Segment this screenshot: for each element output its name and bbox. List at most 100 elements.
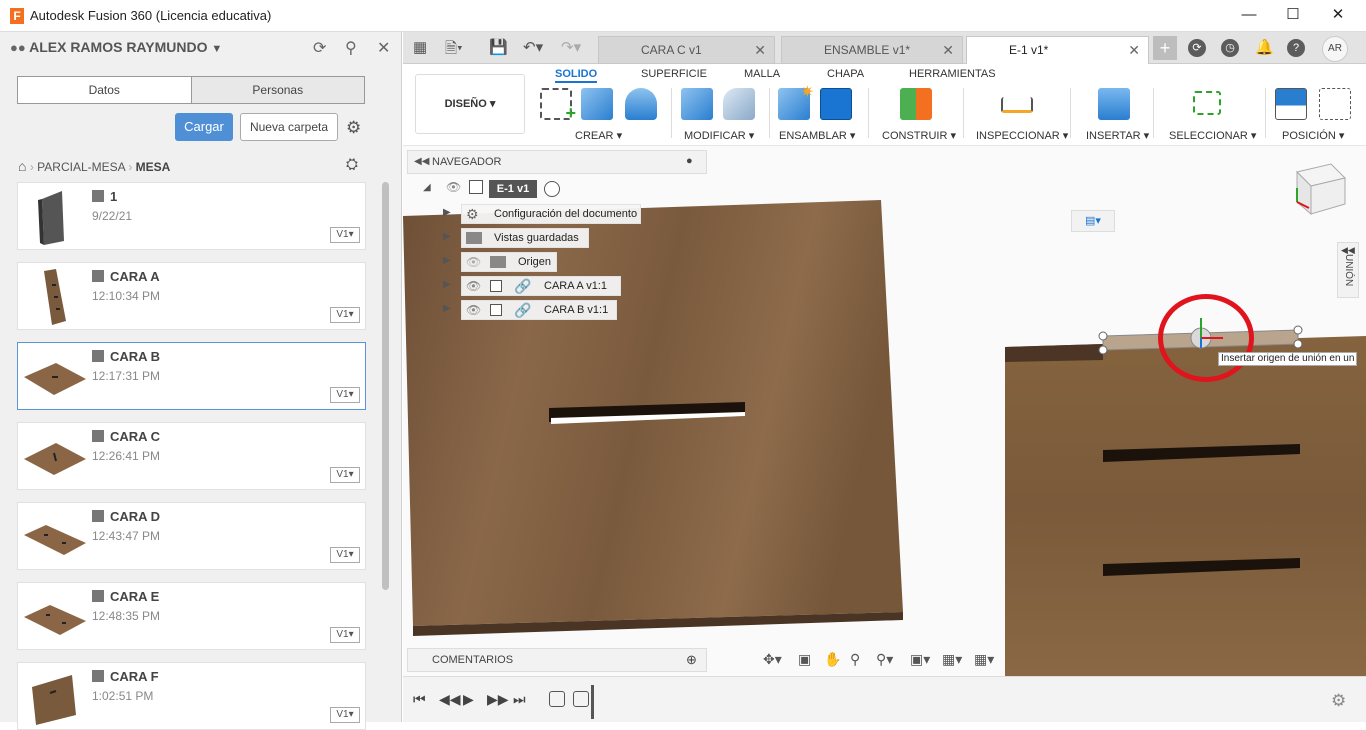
- tab-superficie[interactable]: SUPERFICIE: [641, 68, 707, 80]
- select-icon[interactable]: [1193, 91, 1221, 115]
- tab-personas[interactable]: Personas: [191, 77, 364, 103]
- group-crear[interactable]: CREAR ▾: [575, 129, 622, 142]
- version-dropdown[interactable]: V1▾: [330, 307, 360, 323]
- view-cube[interactable]: [1291, 158, 1361, 220]
- grid-icon[interactable]: ▦▾: [942, 651, 962, 668]
- upload-button[interactable]: Cargar: [175, 113, 233, 141]
- bell-icon[interactable]: 🔔: [1255, 38, 1274, 56]
- pan-icon[interactable]: ✋: [824, 651, 841, 668]
- step-forward-icon[interactable]: ▶▶: [487, 691, 509, 708]
- expand-arrow-icon[interactable]: ▶: [443, 279, 451, 290]
- create-sketch-icon[interactable]: +: [540, 88, 576, 123]
- grid-menu-icon[interactable]: ▦: [413, 38, 427, 56]
- version-dropdown[interactable]: V1▾: [330, 627, 360, 643]
- go-to-end-icon[interactable]: ⏭: [513, 691, 526, 708]
- tab-ensamble[interactable]: ENSAMBLE v1* ✕: [781, 36, 963, 64]
- look-at-icon[interactable]: ▣: [798, 651, 811, 668]
- workspace-switcher[interactable]: DISEÑO ▾: [415, 74, 525, 134]
- node-cara-b[interactable]: 👁 🔗 CARA B v1:1: [461, 300, 617, 320]
- user-menu[interactable]: ●● ALEX RAMOS RAYMUNDO ▼: [10, 39, 222, 55]
- group-inspeccionar[interactable]: INSPECCIONAR ▾: [976, 129, 1068, 142]
- version-dropdown[interactable]: V1▾: [330, 707, 360, 723]
- breadcrumb-project[interactable]: PARCIAL-MESA: [37, 160, 125, 174]
- node-document-settings[interactable]: ⚙ Configuración del documento: [461, 204, 641, 224]
- zoom-icon[interactable]: ⚲: [850, 651, 860, 668]
- timeline-marker[interactable]: [591, 685, 594, 719]
- comments-bar[interactable]: COMENTARIOS ⊕: [407, 648, 707, 672]
- version-dropdown[interactable]: V1▾: [330, 227, 360, 243]
- position-icon[interactable]: [1275, 88, 1307, 120]
- step-back-icon[interactable]: ◀◀: [439, 691, 461, 708]
- eye-icon[interactable]: 👁: [466, 301, 481, 319]
- offset-plane-icon[interactable]: [900, 88, 932, 120]
- expand-arrow-icon[interactable]: ◢: [423, 182, 431, 193]
- close-window-button[interactable]: ✕: [1315, 4, 1361, 28]
- add-comment-icon[interactable]: ⊕: [686, 652, 697, 668]
- tab-malla[interactable]: MALLA: [744, 68, 780, 80]
- press-pull-icon[interactable]: [681, 88, 713, 120]
- maximize-button[interactable]: ☐: [1270, 4, 1316, 28]
- capture-position-icon[interactable]: [1319, 88, 1351, 120]
- revolve-icon[interactable]: [625, 88, 657, 120]
- timeline-feature-icon[interactable]: [549, 691, 565, 707]
- browser-header[interactable]: ◀◀ NAVEGADOR ●: [407, 150, 707, 174]
- node-saved-views[interactable]: Vistas guardadas: [461, 228, 589, 248]
- version-dropdown[interactable]: V1▾: [330, 387, 360, 403]
- list-item[interactable]: CARA C 12:26:41 PM V1▾: [17, 422, 366, 490]
- tab-solido[interactable]: SOLIDO: [555, 68, 598, 83]
- play-icon[interactable]: ▶: [463, 691, 474, 708]
- new-component-icon[interactable]: ✷: [778, 84, 814, 120]
- fillet-icon[interactable]: [723, 88, 755, 120]
- 3d-viewport[interactable]: Insertar origen de unión en un ◀◀ NAVEGA…: [403, 146, 1366, 676]
- undo-icon[interactable]: ↶▾: [523, 38, 543, 56]
- group-posicion[interactable]: POSICIÓN ▾: [1282, 129, 1344, 142]
- save-icon[interactable]: 💾: [489, 38, 508, 56]
- expand-arrow-icon[interactable]: ▶: [443, 303, 451, 314]
- close-tab-icon[interactable]: ✕: [1128, 37, 1140, 63]
- fit-icon[interactable]: ⚲▾: [876, 651, 893, 668]
- joint-icon[interactable]: [820, 88, 852, 120]
- timeline-feature-icon[interactable]: [573, 691, 589, 707]
- expand-arrow-icon[interactable]: ▶: [443, 231, 451, 242]
- viewports-icon[interactable]: ▦▾: [974, 651, 994, 668]
- node-origin[interactable]: 👁 Origen: [461, 252, 557, 272]
- list-item[interactable]: CARA B 12:17:31 PM V1▾: [17, 342, 366, 410]
- insert-image-icon[interactable]: [1098, 88, 1130, 120]
- expand-arrow-icon[interactable]: ▶: [443, 207, 451, 218]
- globe-icon[interactable]: ⛭: [346, 156, 358, 173]
- eye-hidden-icon[interactable]: 👁: [466, 253, 481, 271]
- close-tab-icon[interactable]: ✕: [942, 37, 954, 63]
- expand-arrow-icon[interactable]: ▶: [443, 255, 451, 266]
- new-folder-button[interactable]: Nueva carpeta: [240, 113, 338, 141]
- browser-root[interactable]: E-1 v1: [489, 180, 537, 198]
- tab-chapa[interactable]: CHAPA: [827, 68, 864, 80]
- tab-herramientas[interactable]: HERRAMIENTAS: [909, 68, 996, 80]
- minimize-browser-icon[interactable]: ●: [686, 155, 693, 167]
- node-cara-a[interactable]: 👁 🔗 CARA A v1:1: [461, 276, 621, 296]
- group-construir[interactable]: CONSTRUIR ▾: [882, 129, 956, 142]
- activate-icon[interactable]: [544, 181, 560, 197]
- close-tab-icon[interactable]: ✕: [754, 37, 766, 63]
- search-icon[interactable]: ⚲: [345, 38, 357, 58]
- measure-icon[interactable]: [1001, 97, 1033, 113]
- display-settings-dropdown[interactable]: ▤▾: [1071, 210, 1115, 232]
- refresh-icon[interactable]: ⟳: [313, 38, 326, 58]
- display-icon[interactable]: ▣▾: [910, 651, 930, 668]
- list-item[interactable]: CARA F 1:02:51 PM V1▾: [17, 662, 366, 730]
- minimize-button[interactable]: —: [1226, 4, 1272, 28]
- tab-datos[interactable]: Datos: [18, 77, 192, 103]
- gear-icon[interactable]: ⚙: [1331, 691, 1346, 711]
- go-to-start-icon[interactable]: ⏮: [413, 691, 426, 708]
- home-icon[interactable]: ⌂: [18, 158, 26, 174]
- list-item[interactable]: 1 9/22/21 V1▾: [17, 182, 366, 250]
- group-insertar[interactable]: INSERTAR ▾: [1086, 129, 1149, 142]
- job-status-icon[interactable]: ◷: [1221, 39, 1239, 57]
- close-panel-icon[interactable]: ✕: [377, 38, 390, 58]
- help-icon[interactable]: ?: [1287, 39, 1305, 57]
- collapse-icon[interactable]: ◀◀: [414, 156, 429, 167]
- redo-icon[interactable]: ↷▾: [561, 38, 581, 56]
- orbit-icon[interactable]: ✥▾: [763, 651, 782, 668]
- new-tab-button[interactable]: +: [1153, 36, 1177, 60]
- file-icon[interactable]: 🗎▾: [445, 38, 463, 63]
- tab-e1[interactable]: E-1 v1* ✕: [966, 36, 1149, 64]
